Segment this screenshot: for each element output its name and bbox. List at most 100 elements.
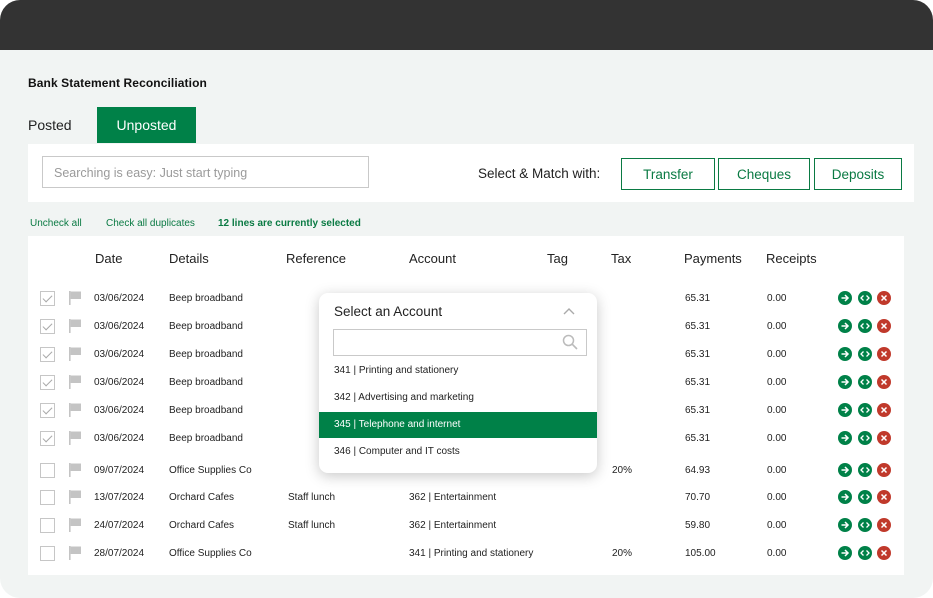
code-split-icon[interactable] xyxy=(858,403,872,417)
flag-icon[interactable] xyxy=(69,518,81,532)
code-split-icon[interactable] xyxy=(858,463,872,477)
search-input[interactable]: Searching is easy: Just start typing xyxy=(42,156,369,188)
cell-details: Beep broadband xyxy=(169,377,243,388)
code-split-icon[interactable] xyxy=(858,431,872,445)
close-icon[interactable] xyxy=(877,490,891,504)
code-split-icon[interactable] xyxy=(858,490,872,504)
close-icon[interactable] xyxy=(877,403,891,417)
table-row[interactable]: 28/07/2024 Office Supplies Co 341 | Printi… xyxy=(28,541,904,569)
cell-payments: 64.93 xyxy=(685,465,711,476)
close-icon[interactable] xyxy=(877,463,891,477)
arrow-right-icon[interactable] xyxy=(838,431,852,445)
cell-tax: 20% xyxy=(612,465,633,476)
row-checkbox[interactable] xyxy=(40,403,55,418)
flag-icon[interactable] xyxy=(69,490,81,504)
table-row[interactable]: 24/07/2024 Orchard Cafes Staff lunch 362 | … xyxy=(28,513,904,541)
flag-icon[interactable] xyxy=(69,319,81,333)
arrow-right-icon[interactable] xyxy=(838,375,852,389)
arrow-right-icon[interactable] xyxy=(838,291,852,305)
flag-icon[interactable] xyxy=(69,546,81,560)
arrow-right-icon[interactable] xyxy=(838,319,852,333)
cheques-button[interactable]: Cheques xyxy=(718,158,810,190)
arrow-right-icon[interactable] xyxy=(838,490,852,504)
column-header-tax[interactable]: Tax xyxy=(611,251,631,266)
arrow-right-icon[interactable] xyxy=(838,403,852,417)
close-icon[interactable] xyxy=(877,431,891,445)
cell-details: Beep broadband xyxy=(169,349,243,360)
search-icon xyxy=(562,334,578,350)
cell-payments: 59.80 xyxy=(685,520,711,531)
dropdown-option[interactable]: 346 | Computer and IT costs xyxy=(319,439,597,465)
check-duplicates-link[interactable]: Check all duplicates xyxy=(106,218,195,229)
tab-posted[interactable]: Posted xyxy=(28,107,72,143)
close-icon[interactable] xyxy=(877,375,891,389)
column-header-date[interactable]: Date xyxy=(95,251,122,266)
row-checkbox[interactable] xyxy=(40,490,55,505)
row-checkbox[interactable] xyxy=(40,291,55,306)
flag-icon[interactable] xyxy=(69,463,81,477)
row-checkbox[interactable] xyxy=(40,347,55,362)
code-split-icon[interactable] xyxy=(858,546,872,560)
cell-account: 362 | Entertainment xyxy=(409,520,497,531)
row-checkbox[interactable] xyxy=(40,518,55,533)
arrow-right-icon[interactable] xyxy=(838,347,852,361)
close-icon[interactable] xyxy=(877,291,891,305)
cell-payments: 105.00 xyxy=(685,548,716,559)
dropdown-option[interactable]: 342 | Advertising and marketing xyxy=(319,385,597,411)
cell-receipts: 0.00 xyxy=(767,321,787,332)
close-icon[interactable] xyxy=(877,518,891,532)
flag-icon[interactable] xyxy=(69,291,81,305)
cell-account: 362 | Entertainment xyxy=(409,492,497,503)
cell-tax: 20% xyxy=(612,548,633,559)
code-split-icon[interactable] xyxy=(858,518,872,532)
row-checkbox[interactable] xyxy=(40,463,55,478)
deposits-button[interactable]: Deposits xyxy=(814,158,902,190)
flag-icon[interactable] xyxy=(69,347,81,361)
column-header-payments[interactable]: Payments xyxy=(684,251,742,266)
cell-payments: 65.31 xyxy=(685,293,711,304)
arrow-right-icon[interactable] xyxy=(838,518,852,532)
arrow-right-icon[interactable] xyxy=(838,546,852,560)
cell-date: 03/06/2024 xyxy=(94,405,145,416)
close-icon[interactable] xyxy=(877,347,891,361)
row-checkbox[interactable] xyxy=(40,375,55,390)
code-split-icon[interactable] xyxy=(858,375,872,389)
close-icon[interactable] xyxy=(877,319,891,333)
column-header-account[interactable]: Account xyxy=(409,251,456,266)
column-header-tag[interactable]: Tag xyxy=(547,251,568,266)
column-header-reference[interactable]: Reference xyxy=(286,251,346,266)
chevron-up-icon[interactable] xyxy=(563,307,575,315)
cell-reference: Staff lunch xyxy=(288,492,336,503)
transfer-button[interactable]: Transfer xyxy=(621,158,715,190)
flag-icon[interactable] xyxy=(69,375,81,389)
tab-unposted[interactable]: Unposted xyxy=(97,107,196,143)
row-checkbox[interactable] xyxy=(40,546,55,561)
cell-date: 03/06/2024 xyxy=(94,377,145,388)
close-icon[interactable] xyxy=(877,546,891,560)
table-row[interactable]: 13/07/2024 Orchard Cafes Staff lunch 362 | … xyxy=(28,485,904,513)
cell-details: Orchard Cafes xyxy=(169,520,235,531)
arrow-right-icon[interactable] xyxy=(838,463,852,477)
cell-receipts: 0.00 xyxy=(767,349,787,360)
column-header-details[interactable]: Details xyxy=(169,251,209,266)
column-header-receipts[interactable]: Receipts xyxy=(766,251,817,266)
cell-date: 13/07/2024 xyxy=(94,492,145,503)
code-split-icon[interactable] xyxy=(858,347,872,361)
dropdown-option[interactable]: 341 | Printing and stationery xyxy=(319,358,597,384)
row-checkbox[interactable] xyxy=(40,319,55,334)
row-checkbox[interactable] xyxy=(40,431,55,446)
account-dropdown: Select an Account 341 | Printing and sta… xyxy=(319,293,597,473)
cell-details: Orchard Cafes xyxy=(169,492,235,503)
flag-icon[interactable] xyxy=(69,403,81,417)
code-split-icon[interactable] xyxy=(858,291,872,305)
cell-receipts: 0.00 xyxy=(767,293,787,304)
dropdown-option[interactable]: 345 | Telephone and internet xyxy=(319,412,597,438)
cell-date: 03/06/2024 xyxy=(94,433,145,444)
code-split-icon[interactable] xyxy=(858,319,872,333)
dropdown-title: Select an Account xyxy=(334,304,443,319)
account-search-input[interactable] xyxy=(333,329,587,356)
cell-date: 03/06/2024 xyxy=(94,321,145,332)
flag-icon[interactable] xyxy=(69,431,81,445)
uncheck-all-link[interactable]: Uncheck all xyxy=(30,218,82,229)
cell-receipts: 0.00 xyxy=(767,433,787,444)
